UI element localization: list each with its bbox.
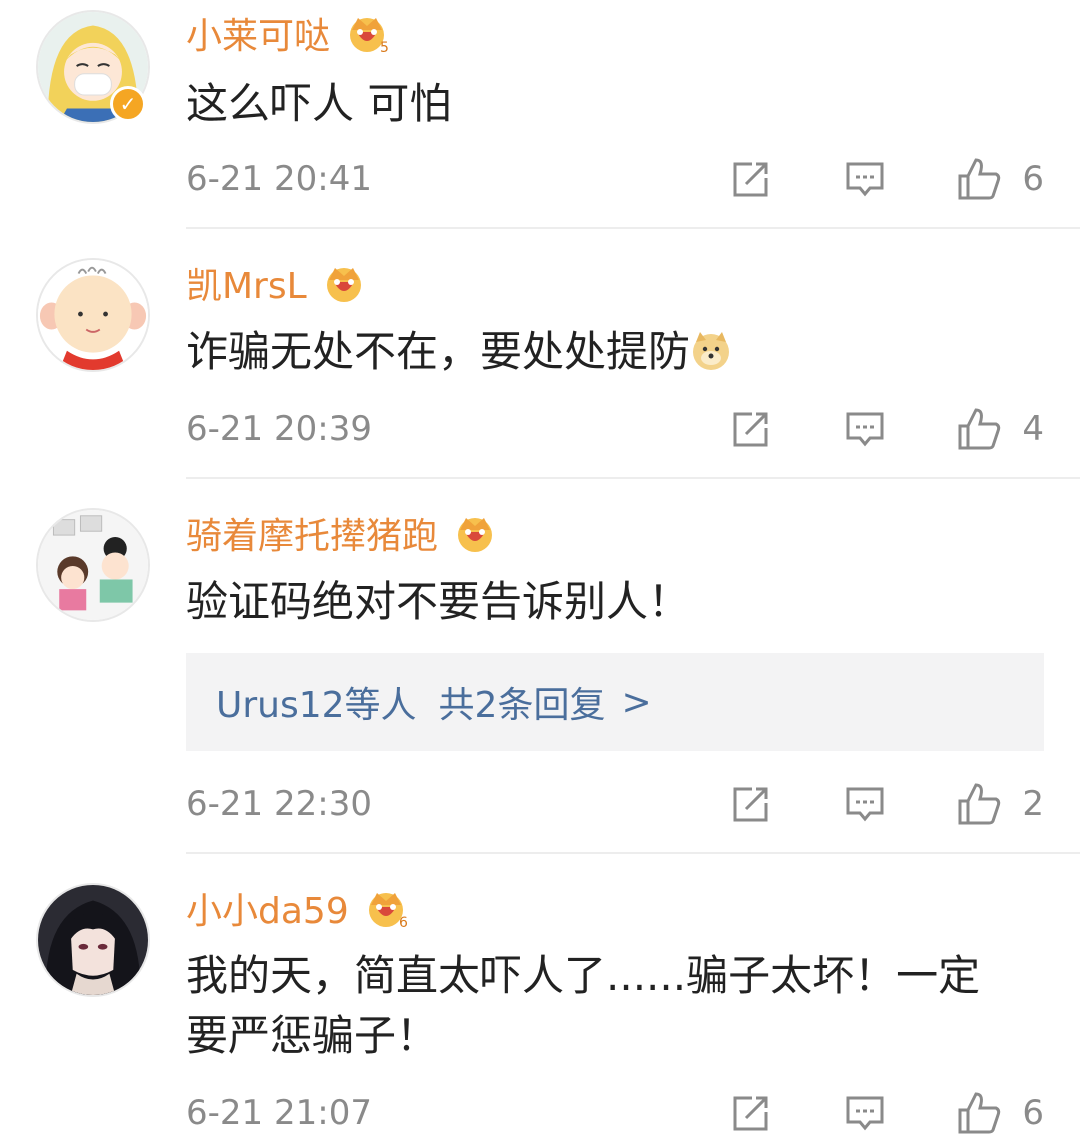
repost-icon [733, 1096, 768, 1131]
like-count: 4 [1022, 409, 1044, 449]
comment-button[interactable] [844, 408, 886, 450]
like-count: 6 [1022, 1093, 1044, 1133]
comment-icon [846, 1096, 884, 1131]
repost-button[interactable] [730, 1092, 772, 1134]
comment-text: 验证码绝对不要告诉别人！ [186, 577, 691, 626]
timestamp: 6-21 20:41 [186, 159, 372, 199]
repost-icon [733, 412, 768, 447]
crown-icon [326, 268, 361, 302]
reply-count: 共2条回复 [438, 685, 606, 726]
svg-text:5: 5 [380, 40, 389, 56]
username[interactable]: 骑着摩托撵猪跑 [186, 507, 438, 559]
crown-icon [458, 518, 493, 552]
divider [186, 477, 1080, 479]
like-button[interactable]: 6 [956, 156, 1044, 202]
like-icon [958, 158, 1001, 200]
avatar[interactable] [36, 883, 150, 997]
comment-button[interactable] [844, 783, 886, 825]
like-count: 6 [1022, 159, 1044, 199]
comment-button[interactable] [844, 1092, 886, 1134]
svg-text:6: 6 [399, 915, 408, 931]
reply-users: Urus12等人 [216, 685, 417, 726]
avatar[interactable] [36, 508, 150, 622]
like-button[interactable]: 2 [956, 781, 1044, 827]
like-button[interactable]: 4 [956, 406, 1044, 452]
repost-icon [733, 787, 768, 822]
doge-emoji [693, 332, 730, 370]
username[interactable]: 凯MrsL [186, 257, 307, 309]
comment-icon [846, 412, 884, 447]
reply-summary[interactable]: Urus12等人 共2条回复 > [186, 653, 1044, 751]
comment-text: 这么吓人 可怕 [186, 79, 452, 128]
like-count: 2 [1022, 784, 1044, 824]
repost-button[interactable] [730, 158, 772, 200]
like-button[interactable]: 6 [956, 1090, 1044, 1136]
username[interactable]: 小莱可哒 [186, 7, 330, 59]
divider [186, 852, 1080, 854]
avatar[interactable] [36, 258, 150, 372]
like-icon [958, 783, 1001, 825]
crown-icon: 6 [368, 893, 408, 931]
crown-icon: 5 [350, 18, 389, 56]
repost-icon [733, 162, 768, 197]
repost-button[interactable] [730, 783, 772, 825]
like-icon [958, 1092, 1001, 1134]
timestamp: 6-21 22:30 [186, 784, 372, 824]
timestamp: 6-21 21:07 [186, 1093, 372, 1133]
chevron-right-icon: > [621, 681, 652, 723]
username[interactable]: 小小da59 [186, 882, 349, 934]
comment-icon [846, 162, 884, 197]
verified-check-icon: ✓ [110, 86, 146, 122]
repost-button[interactable] [730, 408, 772, 450]
comment-text: 诈骗无处不在，要处处提防 [186, 322, 1046, 382]
divider [186, 227, 1080, 229]
like-icon [958, 408, 1001, 450]
comment-text: 我的天，简直太吓人了......骗子太坏！一定 要严惩骗子！ [186, 951, 981, 1060]
timestamp: 6-21 20:39 [186, 409, 372, 449]
comment-icon [846, 787, 884, 822]
comment-button[interactable] [844, 158, 886, 200]
